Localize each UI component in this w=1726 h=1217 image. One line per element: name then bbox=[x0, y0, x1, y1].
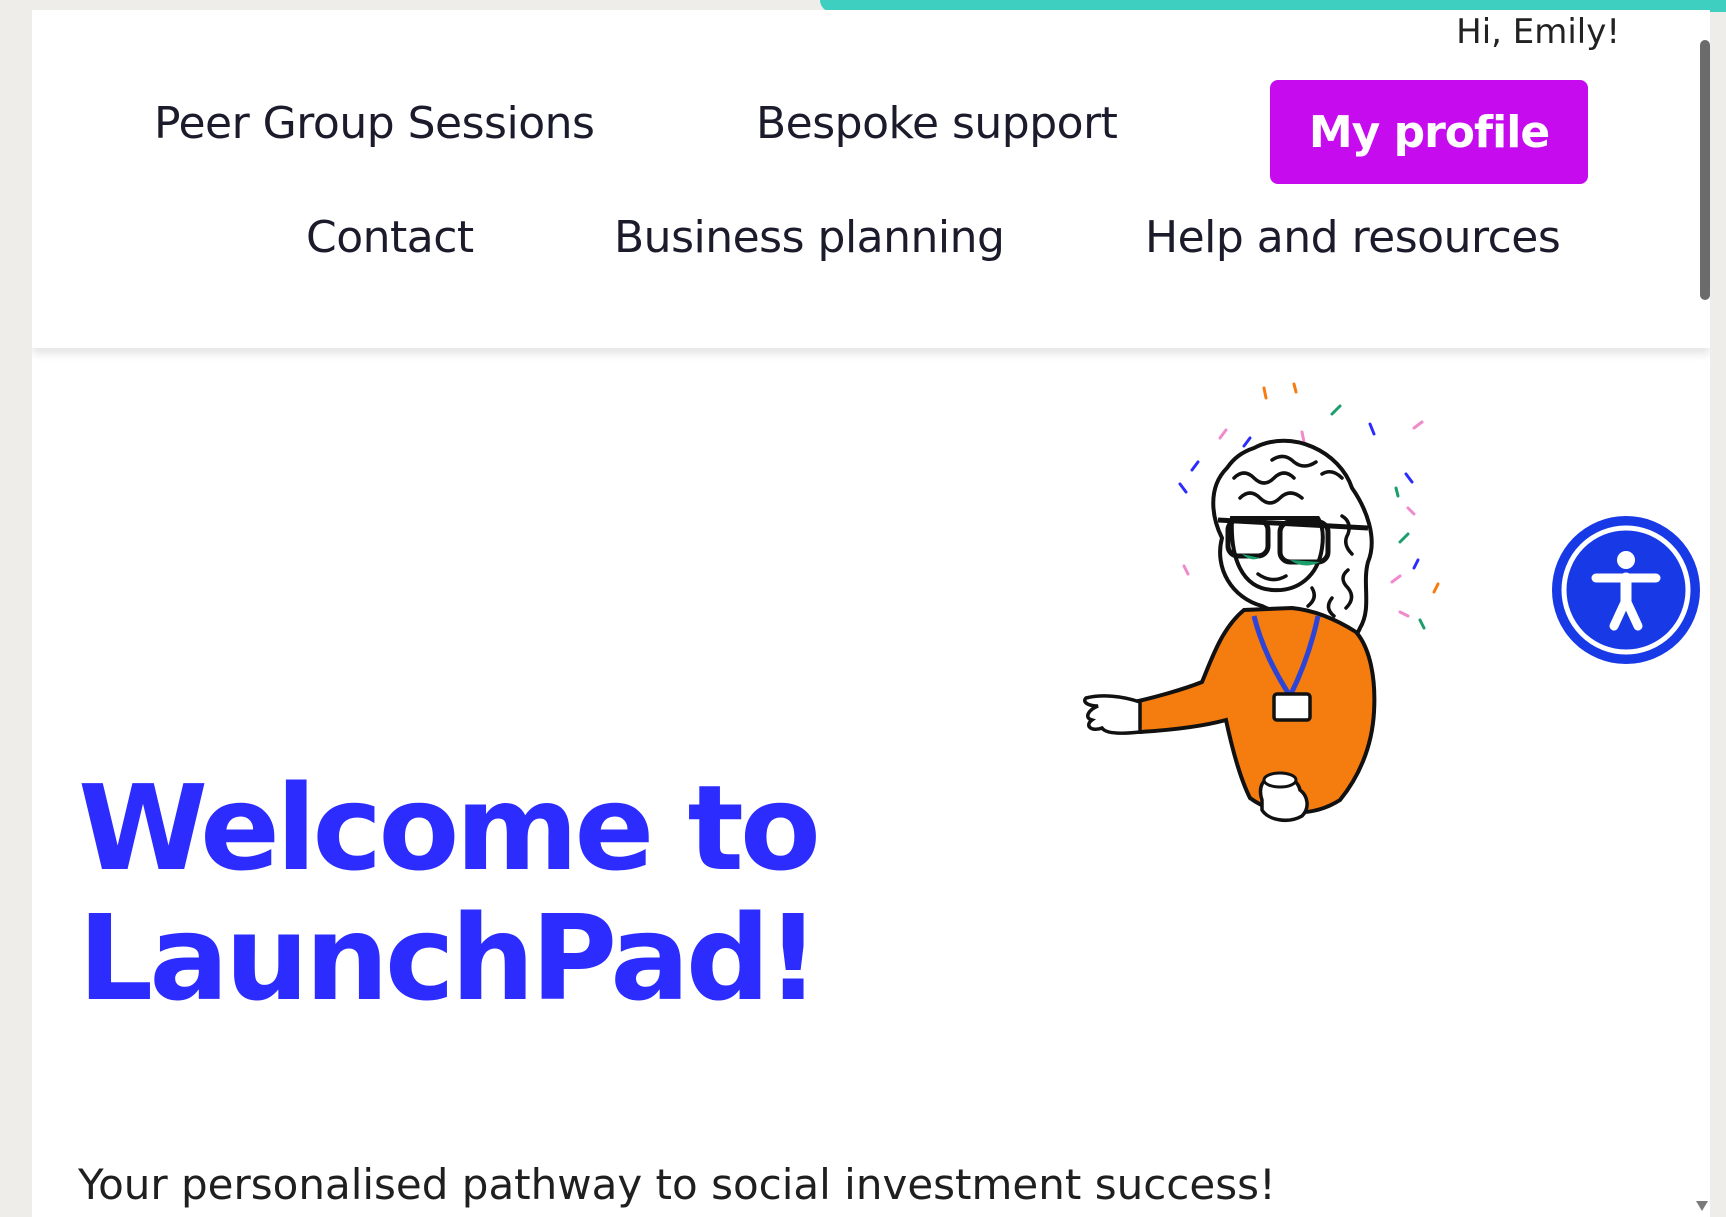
page: Hi, Emily! Peer Group Sessions Bespoke s… bbox=[32, 10, 1710, 1217]
user-greeting: Hi, Emily! bbox=[1456, 12, 1620, 52]
nav-help-and-resources[interactable]: Help and resources bbox=[1145, 212, 1561, 263]
nav-bespoke-support[interactable]: Bespoke support bbox=[756, 98, 1118, 149]
my-profile-button[interactable]: My profile bbox=[1270, 80, 1588, 184]
nav-contact[interactable]: Contact bbox=[306, 212, 474, 263]
scroll-down-arrow-icon[interactable] bbox=[1696, 1201, 1708, 1211]
hero-section: Welcome to LaunchPad! Your personalised … bbox=[32, 348, 1710, 1217]
accessibility-person-icon bbox=[1561, 525, 1691, 655]
scrollbar-thumb[interactable] bbox=[1700, 40, 1710, 300]
nav-peer-group-sessions[interactable]: Peer Group Sessions bbox=[154, 98, 595, 149]
welcoming-person-illustration bbox=[1083, 382, 1440, 822]
accessibility-button[interactable] bbox=[1552, 516, 1700, 664]
hero-subtitle: Your personalised pathway to social inve… bbox=[78, 1160, 1276, 1209]
site-header: Hi, Emily! Peer Group Sessions Bespoke s… bbox=[32, 10, 1710, 348]
nav-business-planning[interactable]: Business planning bbox=[614, 212, 1005, 263]
hero-title: Welcome to LaunchPad! bbox=[78, 759, 821, 1027]
